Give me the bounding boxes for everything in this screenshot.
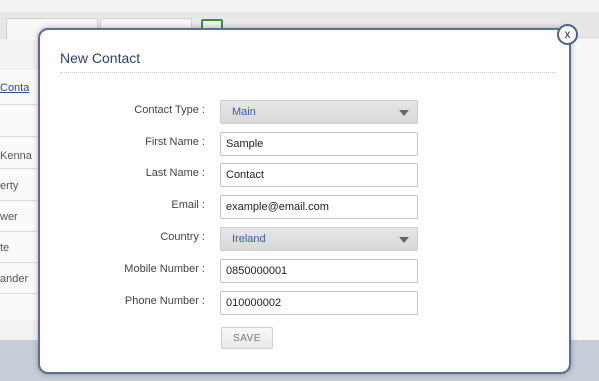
email-label: Email : [171, 199, 205, 211]
chevron-down-icon [399, 110, 409, 116]
sidebar-item[interactable]: ander [0, 273, 38, 285]
close-icon[interactable]: x [557, 24, 578, 45]
country-row: Country : Ireland [40, 227, 573, 251]
sidebar-divider [0, 231, 38, 232]
country-select[interactable]: Ireland [220, 227, 418, 251]
phone-number-label: Phone Number : [124, 295, 205, 307]
sidebar-item[interactable]: Kenna [0, 150, 38, 162]
sidebar-divider [0, 200, 38, 201]
email-row: Email : [40, 195, 573, 219]
first-name-row: First Name : [40, 132, 573, 156]
last-name-label: Last Name : [145, 167, 205, 179]
background-sidebar: Conta Kenna erty wer te ander [0, 70, 38, 320]
chevron-down-icon [399, 237, 409, 243]
country-label: Country : [160, 231, 205, 243]
email-field[interactable] [220, 195, 418, 219]
save-button[interactable]: SAVE [221, 327, 273, 349]
mobile-number-field[interactable] [220, 259, 418, 283]
contact-type-value: Main [232, 106, 256, 118]
contact-type-select[interactable]: Main [220, 100, 418, 124]
background-content-edge [571, 40, 599, 340]
sidebar-divider [0, 262, 38, 263]
mobile-number-row: Mobile Number : [40, 259, 573, 283]
contact-type-label: Contact Type : [134, 104, 205, 116]
first-name-field[interactable] [220, 132, 418, 156]
sidebar-divider [0, 136, 38, 137]
mobile-number-label: Mobile Number : [124, 263, 205, 275]
sidebar-divider [0, 168, 38, 169]
title-divider [60, 72, 555, 73]
sidebar-divider [0, 104, 38, 105]
new-contact-dialog: New Contact Contact Type : Main First Na… [38, 28, 571, 374]
country-value: Ireland [232, 233, 266, 245]
last-name-field[interactable] [220, 163, 418, 187]
sidebar-item-contacts[interactable]: Conta [0, 82, 38, 94]
dialog-title: New Contact [60, 50, 141, 66]
sidebar-item[interactable]: erty [0, 180, 38, 192]
phone-number-field[interactable] [220, 291, 418, 315]
last-name-row: Last Name : [40, 163, 573, 187]
sidebar-item[interactable]: te [0, 242, 38, 254]
phone-number-row: Phone Number : [40, 291, 573, 315]
sidebar-divider [0, 293, 38, 294]
sidebar-item[interactable]: wer [0, 211, 38, 223]
first-name-label: First Name : [145, 136, 205, 148]
contact-type-row: Contact Type : Main [40, 100, 573, 124]
